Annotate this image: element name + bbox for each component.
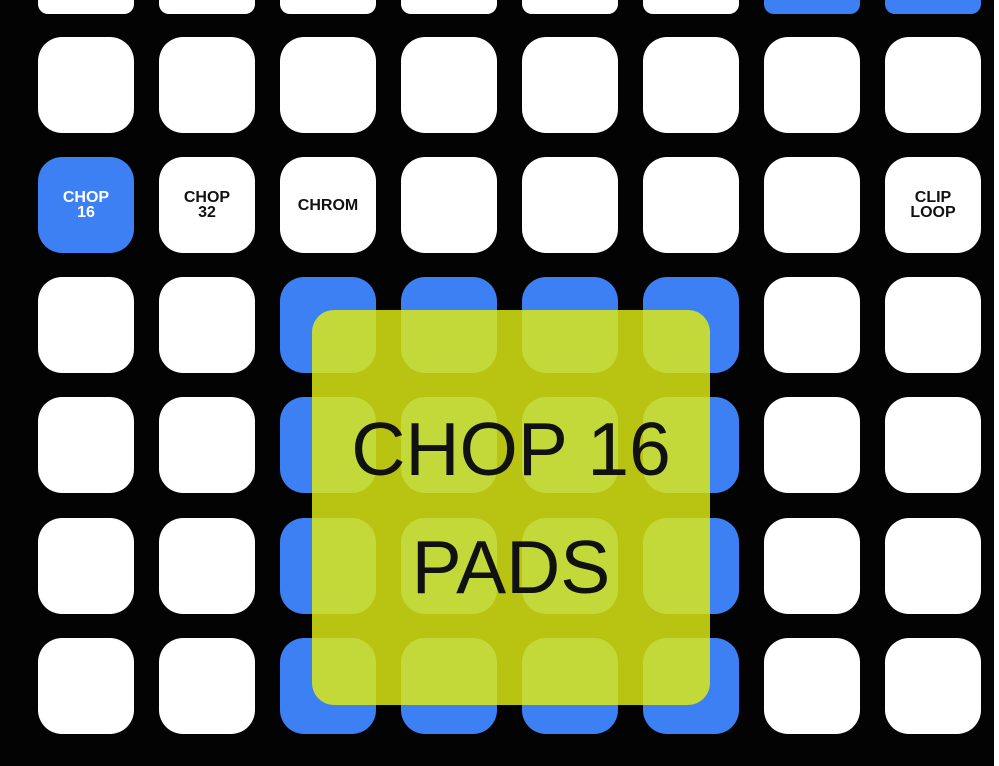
pad-r3-c6[interactable] [643,277,739,373]
pad-r6-c8[interactable] [885,638,981,734]
pad-r4-c2[interactable] [159,397,255,493]
pad-r2-c6[interactable] [643,157,739,253]
pad-r3-c5[interactable] [522,277,618,373]
pad-r1-c2[interactable] [159,37,255,133]
top-pad-6[interactable] [643,0,739,14]
launchpad-grid: CHOP 16 CHOP 32 CHROM CLIP LOOP CHOP 16 PAD… [0,0,994,766]
pad-r1-c4[interactable] [401,37,497,133]
pad-r6-c1[interactable] [38,638,134,734]
pad-r4-c1[interactable] [38,397,134,493]
pad-r3-c7[interactable] [764,277,860,373]
pad-r1-c7[interactable] [764,37,860,133]
top-pad-8[interactable] [885,0,981,14]
pad-r1-c5[interactable] [522,37,618,133]
pad-r3-c4[interactable] [401,277,497,373]
pad-r4-c7[interactable] [764,397,860,493]
top-pad-3[interactable] [280,0,376,14]
pad-r3-c2[interactable] [159,277,255,373]
pad-r5-c5[interactable] [522,518,618,614]
pad-label: CHOP 32 [183,189,231,221]
pad-r5-c3[interactable] [280,518,376,614]
overlay-title: CHOP 16 [351,406,671,491]
pad-r2-c5[interactable] [522,157,618,253]
pad-chop-32[interactable]: CHOP 32 [159,157,255,253]
top-pad-5[interactable] [522,0,618,14]
pad-r5-c7[interactable] [764,518,860,614]
pad-clip-loop[interactable]: CLIP LOOP [885,157,981,253]
pad-label: CHOP 16 [62,189,110,221]
pad-r1-c6[interactable] [643,37,739,133]
pad-r1-c8[interactable] [885,37,981,133]
top-pad-2[interactable] [159,0,255,14]
pad-r5-c8[interactable] [885,518,981,614]
top-pad-7[interactable] [764,0,860,14]
pad-r3-c1[interactable] [38,277,134,373]
top-pad-4[interactable] [401,0,497,14]
pad-r6-c6[interactable] [643,638,739,734]
top-pad-1[interactable] [38,0,134,14]
pad-r6-c7[interactable] [764,638,860,734]
pad-r6-c2[interactable] [159,638,255,734]
pad-r3-c3[interactable] [280,277,376,373]
pad-r6-c5[interactable] [522,638,618,734]
pad-r4-c3[interactable] [280,397,376,493]
pad-r5-c2[interactable] [159,518,255,614]
pad-r5-c1[interactable] [38,518,134,614]
pad-r5-c4[interactable] [401,518,497,614]
pad-chrom[interactable]: CHROM [280,157,376,253]
pad-chop-16[interactable]: CHOP 16 [38,157,134,253]
pad-r2-c4[interactable] [401,157,497,253]
pad-r4-c5[interactable] [522,397,618,493]
pad-r5-c6[interactable] [643,518,739,614]
pad-r4-c8[interactable] [885,397,981,493]
pad-r1-c1[interactable] [38,37,134,133]
pad-r4-c4[interactable] [401,397,497,493]
pad-r6-c3[interactable] [280,638,376,734]
pad-r3-c8[interactable] [885,277,981,373]
pad-r6-c4[interactable] [401,638,497,734]
pad-label: CHROM [297,196,359,214]
pad-r1-c3[interactable] [280,37,376,133]
pad-label: CLIP LOOP [910,189,956,221]
pad-r4-c6[interactable] [643,397,739,493]
pad-r2-c7[interactable] [764,157,860,253]
